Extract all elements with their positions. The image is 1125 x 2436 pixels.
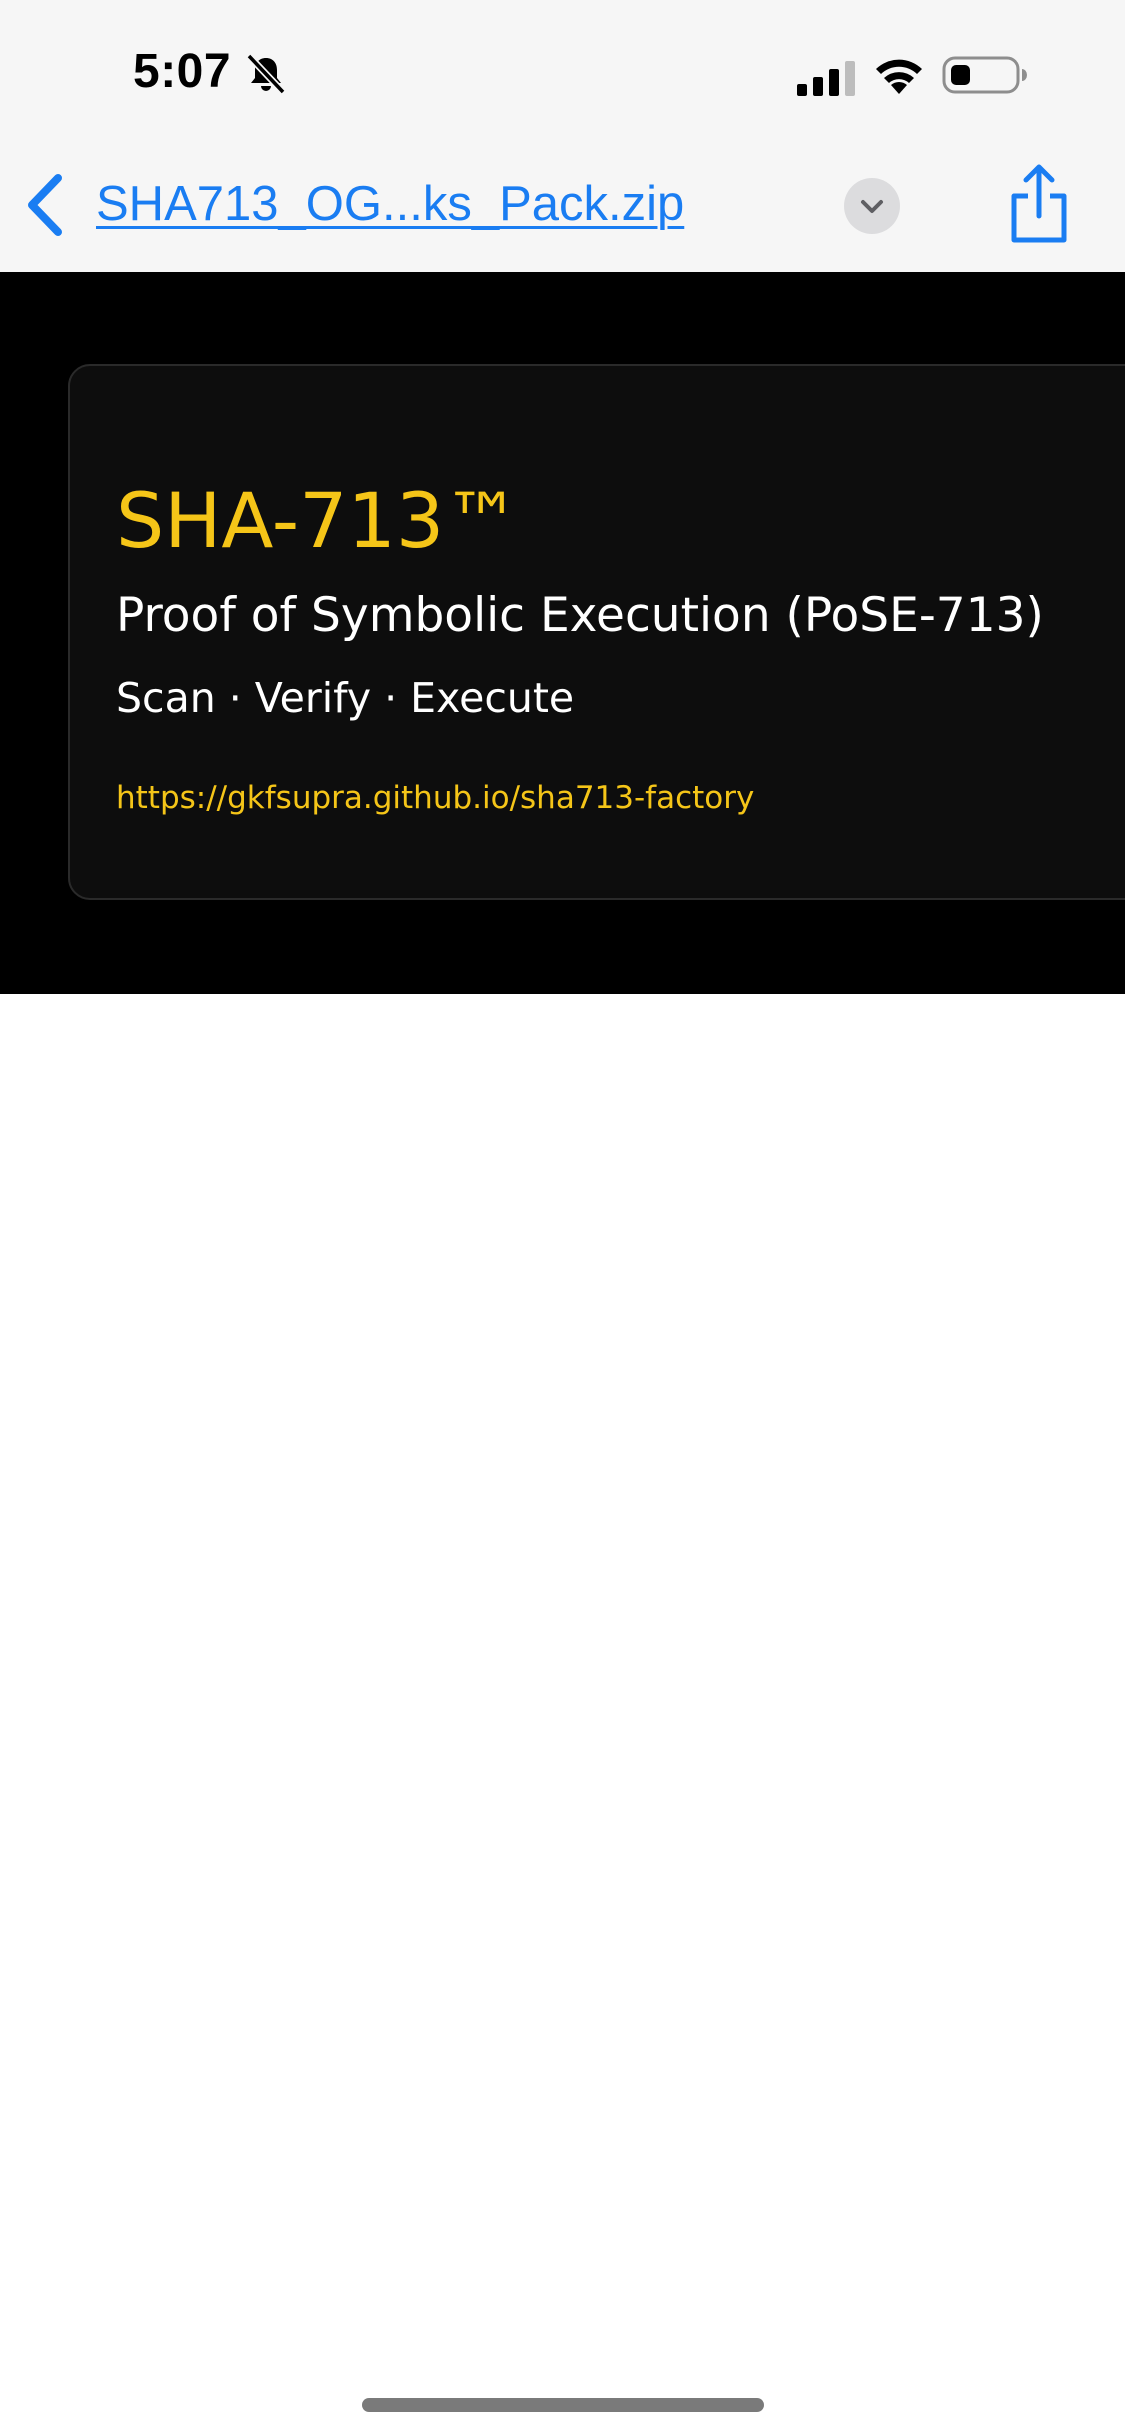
back-button[interactable]: [22, 170, 70, 240]
title-dropdown-button[interactable]: [844, 178, 900, 234]
share-button[interactable]: [1004, 162, 1074, 246]
navigation-bar: SHA713_OG...ks_Pack.zip: [0, 148, 1125, 272]
battery-icon: [942, 56, 1027, 94]
info-card: SHA-713™ Proof of Symbolic Execution (Po…: [68, 364, 1125, 900]
file-title-link[interactable]: SHA713_OG...ks_Pack.zip: [96, 176, 684, 232]
wifi-icon: [876, 59, 922, 94]
card-title: SHA-713™: [116, 476, 521, 565]
card-tagline: Scan · Verify · Execute: [116, 674, 575, 722]
card-subtitle: Proof of Symbolic Execution (PoSE-713): [116, 588, 1044, 643]
share-icon: [1011, 164, 1067, 243]
chevron-down-icon: [861, 200, 883, 213]
chevron-left-icon: [28, 174, 62, 236]
bell-slash-icon: [246, 53, 286, 95]
home-indicator[interactable]: [362, 2398, 764, 2412]
card-url-link[interactable]: https://gkfsupra.github.io/sha713-factor…: [116, 780, 754, 816]
status-bar: 5:07: [0, 0, 1125, 148]
cellular-signal-icon: [797, 61, 855, 96]
document-preview: SHA-713™ Proof of Symbolic Execution (Po…: [0, 272, 1125, 994]
status-time: 5:07: [133, 45, 232, 98]
